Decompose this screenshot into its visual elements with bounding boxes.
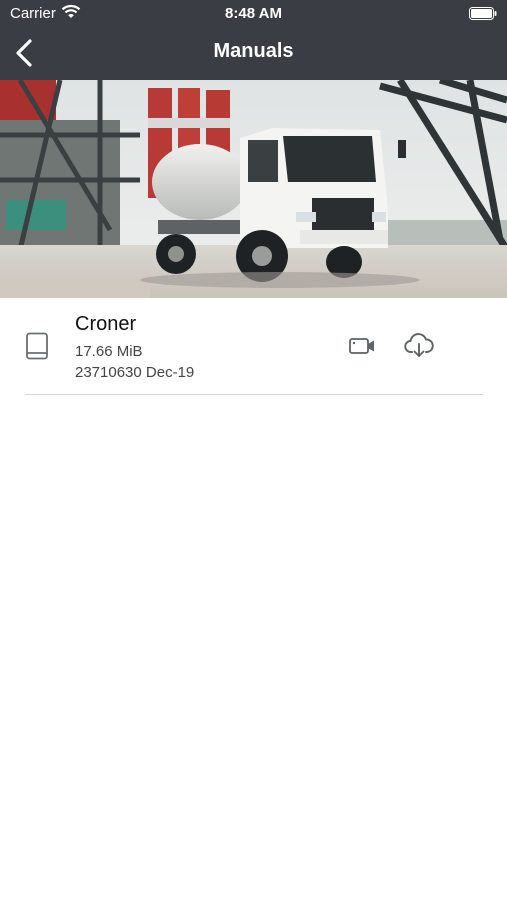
book-icon xyxy=(26,332,48,360)
header: Carrier 8:48 AM Manuals xyxy=(0,0,507,80)
cloud-download-icon[interactable] xyxy=(404,333,434,359)
manual-size: 17.66 MiB xyxy=(75,343,143,360)
battery-icon xyxy=(469,7,497,20)
page-title: Manuals xyxy=(213,40,294,62)
status-bar: Carrier 8:48 AM xyxy=(0,0,507,26)
nav-bar: Manuals xyxy=(0,26,507,80)
manual-meta: 23710630 Dec-19 xyxy=(75,364,195,381)
manual-name: Croner xyxy=(75,313,137,335)
video-icon[interactable] xyxy=(349,336,375,356)
list-item[interactable]: Croner 17.66 MiB 23710630 Dec-19 xyxy=(25,299,483,395)
truck-photo xyxy=(0,80,507,298)
clock: 8:48 AM xyxy=(225,5,282,22)
hero-image xyxy=(0,80,507,298)
